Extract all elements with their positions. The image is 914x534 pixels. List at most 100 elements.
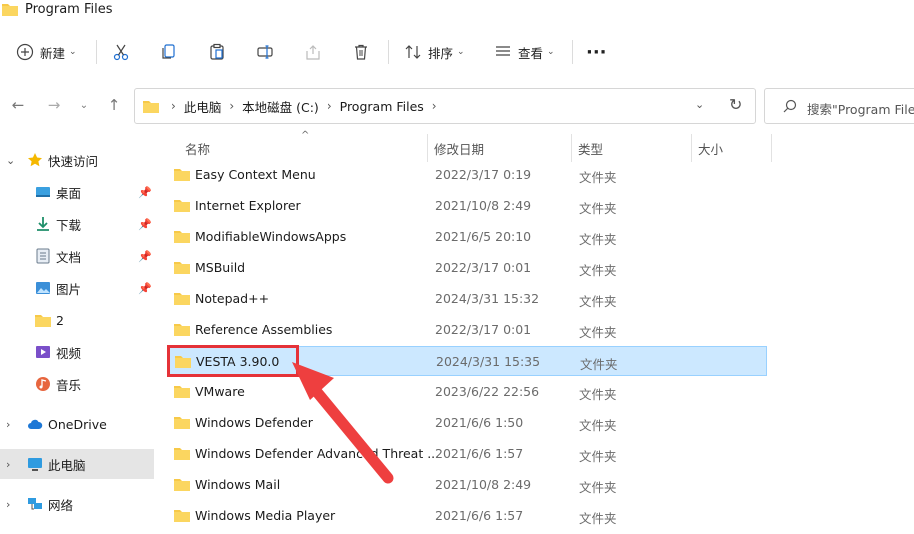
rename-icon [257,45,273,59]
file-row[interactable]: VMware 2023/6/22 22:56 文件夹 [167,377,767,407]
chevron-right-icon[interactable]: › [6,458,10,471]
annotation-arrow-icon [292,362,394,484]
folder-icon [174,510,190,522]
file-name: Notepad++ [195,291,270,306]
copy-button[interactable] [160,36,178,68]
view-button[interactable]: 查看 ⌄ [494,36,555,68]
file-name: Easy Context Menu [195,167,316,182]
search-box[interactable]: 搜索"Program Files" [764,88,914,124]
toolbar-divider [388,40,389,64]
back-button[interactable]: ← [8,95,28,115]
sidebar-item-documents[interactable]: 文档 📌 [0,241,154,271]
file-row[interactable]: MSBuild 2022/3/17 0:01 文件夹 [167,253,767,283]
chevron-right-icon[interactable]: › [432,99,437,113]
cut-button[interactable] [112,36,130,68]
sidebar-item-this-pc[interactable]: › 此电脑 [0,449,154,479]
address-bar[interactable]: › 此电脑 › 本地磁盘 (C:) › Program Files › ⌄ ↻ [134,88,756,124]
plus-circle-icon [16,43,34,61]
sidebar-item-onedrive[interactable]: › OneDrive [0,409,154,439]
navigation-pane: ⌄ 快速访问 桌面 📌 下载 📌 文档 📌 图片 📌 2 视频 音乐 › One… [0,140,155,534]
folder-icon [174,262,190,274]
column-header-name[interactable]: 名称 [185,134,210,162]
sidebar-item-label: 2 [56,312,64,328]
folder-icon [174,324,190,336]
folder-icon [174,293,190,305]
column-header-size[interactable]: 大小 [698,134,723,162]
sidebar-item-quick-access[interactable]: ⌄ 快速访问 [0,145,154,175]
sidebar-item-folder-2[interactable]: 2 [0,305,154,335]
delete-button[interactable] [352,36,370,68]
folder-icon [174,231,190,243]
column-divider[interactable] [771,134,772,162]
file-row[interactable]: Windows Mail 2021/10/8 2:49 文件夹 [167,470,767,500]
sidebar-item-desktop[interactable]: 桌面 📌 [0,177,154,207]
file-type: 文件夹 [579,201,617,216]
column-divider[interactable] [691,134,692,162]
chevron-down-icon[interactable]: ⌄ [6,154,15,167]
arrow-right-icon: → [47,96,61,114]
file-row[interactable]: Windows Media Player 2021/6/6 1:57 文件夹 [167,501,767,531]
search-input[interactable]: 搜索"Program Files" [807,99,914,118]
breadcrumb-local-disk[interactable]: 本地磁盘 (C:) [242,97,319,116]
picture-icon [36,282,50,294]
file-modified: 2021/10/8 2:49 [435,198,532,213]
folder-icon [143,101,159,113]
file-name: ModifiableWindowsApps [195,229,347,244]
paste-button[interactable] [208,36,226,68]
column-divider[interactable] [427,134,428,162]
file-row[interactable]: Windows Defender Advanced Threat ... 2021… [167,439,767,469]
toolbar-divider [572,40,573,64]
sidebar-item-pictures[interactable]: 图片 📌 [0,273,154,303]
sidebar-item-music[interactable]: 音乐 [0,369,154,399]
navigation-bar: ← → ⌄ ↑ › 此电脑 › 本地磁盘 (C:) › Program File… [0,84,914,126]
recent-locations-button[interactable]: ⌄ [74,95,94,115]
sidebar-item-downloads[interactable]: 下载 📌 [0,209,154,239]
refresh-icon[interactable]: ↻ [729,95,742,114]
folder-icon [174,479,190,491]
search-icon [783,99,797,113]
sidebar-item-network[interactable]: › 网络 [0,489,154,519]
folder-icon [35,315,51,327]
chevron-right-icon[interactable]: › [6,498,10,511]
chevron-right-icon[interactable]: › [6,418,10,431]
column-header-type[interactable]: 类型 [578,134,603,162]
file-row[interactable]: Notepad++ 2024/3/31 15:32 文件夹 [167,284,767,314]
rename-button[interactable] [256,36,274,68]
file-type: 文件夹 [579,449,617,464]
chevron-right-icon[interactable]: › [229,99,234,113]
file-modified: 2021/6/5 20:10 [435,229,532,244]
sort-button[interactable]: 排序 ⌄ [404,36,465,68]
file-type: 文件夹 [579,387,617,402]
column-divider[interactable] [571,134,572,162]
file-modified: 2022/3/17 0:01 [435,260,532,275]
toolbar-divider [96,40,97,64]
breadcrumb-program-files[interactable]: Program Files [340,99,424,114]
column-header-modified[interactable]: 修改日期 [434,134,484,162]
address-history-dropdown[interactable]: ⌄ [695,98,704,111]
forward-button[interactable]: → [44,95,64,115]
chevron-down-icon: ⌄ [69,47,77,57]
file-row[interactable]: Internet Explorer 2021/10/8 2:49 文件夹 [167,191,767,221]
chevron-right-icon[interactable]: › [327,99,332,113]
folder-icon [174,200,190,212]
scissors-icon [113,44,129,61]
share-button[interactable] [304,36,322,68]
sort-icon [405,45,421,59]
file-list: ^ 名称 修改日期 类型 大小 Easy Context Menu 2022/3/… [155,126,914,534]
folder-icon [174,169,190,181]
folder-icon [174,448,190,460]
file-row[interactable]: ModifiableWindowsApps 2021/6/5 20:10 文件夹 [167,222,767,252]
file-modified: 2021/10/8 2:49 [435,477,532,492]
file-row[interactable]: Reference Assemblies 2022/3/17 0:01 文件夹 [167,315,767,345]
sidebar-item-label: 桌面 [56,185,82,201]
file-name: Windows Media Player [195,508,336,523]
sidebar-item-videos[interactable]: 视频 [0,337,154,367]
desktop-icon [36,187,50,197]
title-bar: Program Files [0,0,914,22]
file-row[interactable]: Easy Context Menu 2022/3/17 0:19 文件夹 [167,160,767,190]
up-button[interactable]: ↑ [104,95,124,115]
new-button[interactable]: 新建 ⌄ [16,36,77,68]
file-row[interactable]: Windows Defender 2021/6/6 1:50 文件夹 [167,408,767,438]
more-options-button[interactable]: ··· [586,36,607,68]
breadcrumb-this-pc[interactable]: 此电脑 [184,97,222,116]
